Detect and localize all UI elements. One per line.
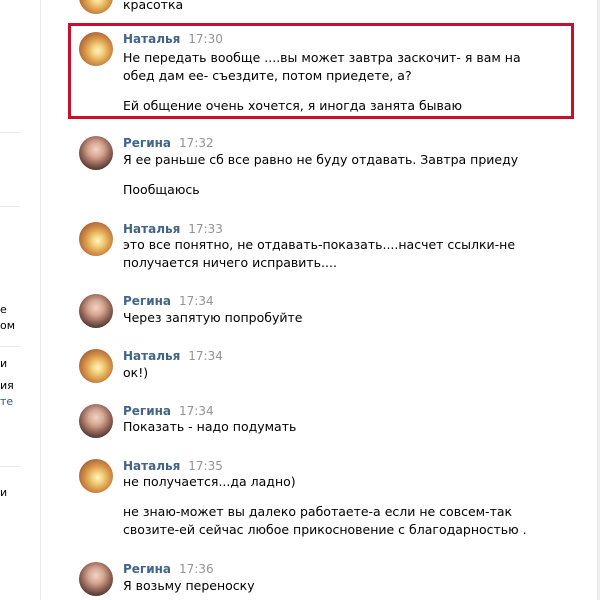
message-text-line: ок!) bbox=[123, 365, 149, 380]
message-time[interactable]: 17:34 bbox=[179, 404, 214, 418]
sidebar-text-fragment: ом bbox=[0, 319, 16, 332]
sidebar-divider bbox=[0, 346, 20, 347]
chat-history: красотка Наталья 17:30 Не передать вообще… bbox=[40, 0, 598, 600]
message-text-line: Показать - надо подумать bbox=[123, 419, 297, 434]
avatar[interactable] bbox=[79, 562, 113, 596]
message-text-line: Пообщаюсь bbox=[123, 182, 200, 197]
message-text-line: свозите-ей сейчас любое прикосновение с … bbox=[123, 522, 527, 537]
sidebar-divider bbox=[0, 206, 20, 207]
message-text-line: Через запятую попробуйте bbox=[123, 310, 303, 325]
message-time[interactable]: 17:35 bbox=[188, 459, 223, 473]
message-text-line: получается ничего исправить.... bbox=[123, 255, 337, 270]
sidebar-divider bbox=[0, 466, 20, 467]
message-header: Регина 17:34 bbox=[123, 404, 214, 418]
message-text-line: не получается...да ладно) bbox=[123, 474, 296, 489]
message-time[interactable]: 17:32 bbox=[179, 136, 214, 150]
message-text-line: это все понятно, не отдавать-показать...… bbox=[123, 237, 516, 252]
avatar[interactable] bbox=[79, 459, 113, 493]
avatar[interactable] bbox=[79, 294, 113, 328]
message-header: Наталья 17:34 bbox=[123, 349, 223, 363]
message-header: Регина 17:32 bbox=[123, 136, 214, 150]
sidebar-text-fragment: ия bbox=[0, 379, 14, 392]
sidebar-text-fragment: е bbox=[0, 303, 7, 316]
avatar[interactable] bbox=[79, 222, 113, 256]
avatar[interactable] bbox=[79, 404, 113, 438]
author-name[interactable]: Наталья bbox=[123, 222, 180, 236]
message-header: Наталья 17:33 bbox=[123, 222, 223, 236]
sidebar-text-fragment: и bbox=[0, 486, 8, 499]
message-text-line: красотка bbox=[123, 0, 184, 12]
message-text-line: Я ее раньше сб все равно не буду отдават… bbox=[123, 152, 519, 167]
sidebar-link-fragment[interactable]: те bbox=[0, 395, 13, 408]
highlight-frame bbox=[68, 23, 574, 119]
message-header: Наталья 17:35 bbox=[123, 459, 223, 473]
author-name[interactable]: Регина bbox=[123, 136, 171, 150]
message-header: Регина 17:36 bbox=[123, 562, 214, 576]
author-name[interactable]: Наталья bbox=[123, 459, 180, 473]
message-header: Регина 17:34 bbox=[123, 294, 214, 308]
left-sidebar: е ом и ия те и bbox=[0, 0, 40, 600]
message-time[interactable]: 17:36 bbox=[179, 562, 214, 576]
sidebar-text-fragment: и bbox=[0, 357, 8, 370]
avatar[interactable] bbox=[79, 0, 113, 14]
message-time[interactable]: 17:33 bbox=[188, 222, 223, 236]
sidebar-divider bbox=[0, 132, 20, 133]
message-text-line: не знаю-может вы далеко работаете-а если… bbox=[123, 504, 513, 519]
message-time[interactable]: 17:34 bbox=[179, 294, 214, 308]
author-name[interactable]: Регина bbox=[123, 294, 171, 308]
message-text-line: Я возьму переноску bbox=[123, 578, 255, 593]
author-name[interactable]: Наталья bbox=[123, 349, 180, 363]
author-name[interactable]: Регина bbox=[123, 404, 171, 418]
avatar[interactable] bbox=[79, 136, 113, 170]
avatar[interactable] bbox=[79, 349, 113, 383]
message-time[interactable]: 17:34 bbox=[188, 349, 223, 363]
author-name[interactable]: Регина bbox=[123, 562, 171, 576]
